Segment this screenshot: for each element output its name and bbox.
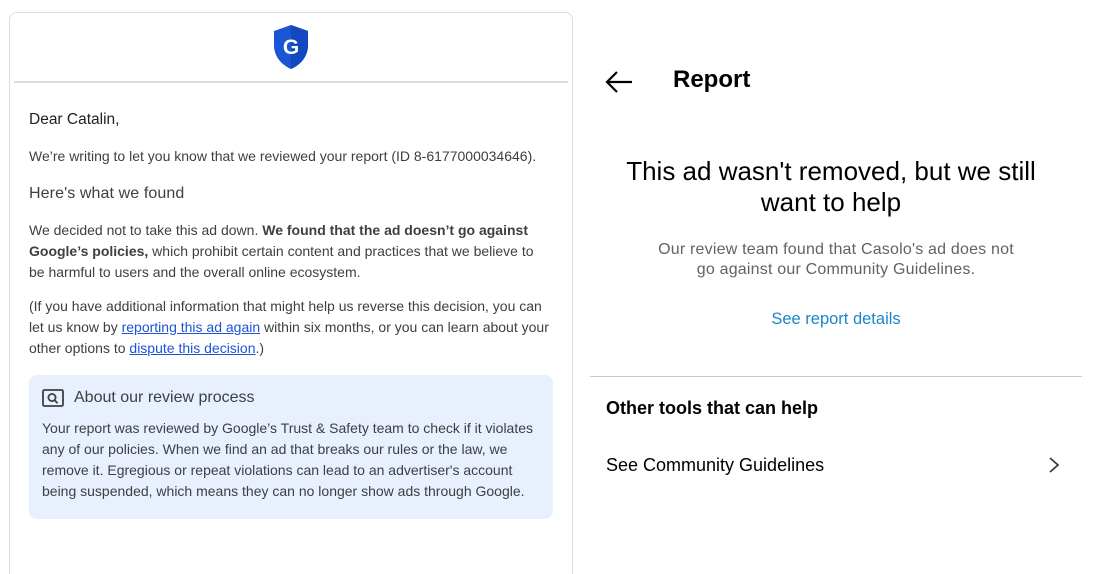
result-subtext: Our review team found that Casolo's ad d… bbox=[658, 241, 1014, 278]
report-title: Report bbox=[673, 66, 751, 93]
review-process-box: About our review process Your report was… bbox=[29, 375, 553, 519]
appeal-text: (If you have additional information that… bbox=[29, 296, 552, 359]
decision-lead: We decided not to take this ad down. bbox=[29, 222, 263, 238]
report-again-link[interactable]: reporting this ad again bbox=[122, 319, 261, 335]
dispute-decision-link[interactable]: dispute this decision bbox=[129, 340, 255, 356]
review-title-row: About our review process bbox=[42, 389, 539, 407]
found-heading: Here's what we found bbox=[29, 185, 185, 202]
intro-text: We’re writing to let you know that we re… bbox=[29, 148, 537, 164]
google-shield-icon: G bbox=[274, 25, 308, 69]
arrow-left-icon[interactable] bbox=[604, 69, 634, 95]
email-header: G bbox=[14, 13, 568, 83]
greeting: Dear Catalin, bbox=[29, 111, 120, 128]
see-report-details-link[interactable]: See report details bbox=[590, 310, 1082, 329]
shield-letter: G bbox=[283, 36, 299, 59]
report-panel: Report This ad wasn't removed, but we st… bbox=[590, 0, 1082, 574]
appeal-part3: .) bbox=[255, 340, 265, 356]
review-title: About our review process bbox=[74, 389, 255, 406]
review-search-icon bbox=[42, 389, 64, 407]
community-guidelines-label: See Community Guidelines bbox=[606, 454, 825, 475]
chevron-right-icon bbox=[1049, 457, 1060, 473]
other-tools-heading: Other tools that can help bbox=[606, 398, 819, 418]
community-guidelines-row[interactable]: See Community Guidelines bbox=[590, 444, 1082, 486]
email-body: Dear Catalin, We’re writing to let you k… bbox=[10, 83, 572, 519]
review-text: Your report was reviewed by Google’s Tru… bbox=[42, 420, 534, 499]
decision-text: We decided not to take this ad down. We … bbox=[29, 220, 552, 283]
email-card: G Dear Catalin, We’re writing to let you… bbox=[9, 12, 573, 574]
result-heading: This ad wasn't removed, but we still wan… bbox=[626, 156, 1036, 217]
divider bbox=[590, 376, 1082, 377]
